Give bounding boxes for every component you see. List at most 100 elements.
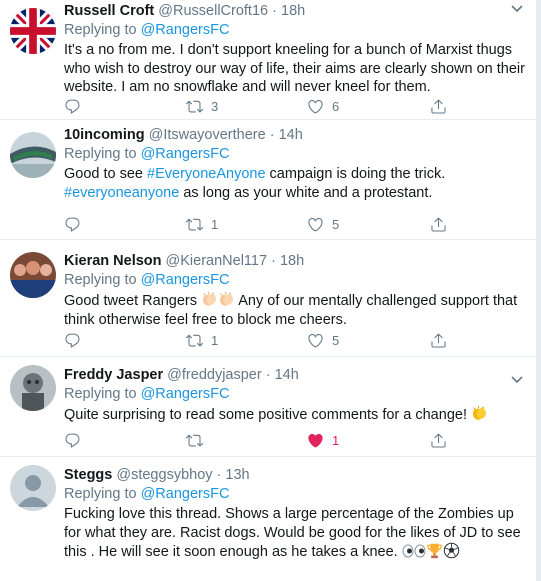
avatar[interactable] (10, 465, 56, 511)
mention-link[interactable]: @RangersFC (141, 272, 230, 288)
avatar[interactable] (10, 365, 56, 411)
text-segment: Good tweet Rangers (64, 293, 197, 309)
hashtag-link[interactable]: #EveryoneAnyone (147, 166, 266, 182)
retweet-button[interactable]: 3 (186, 96, 218, 116)
like-button[interactable]: 5 (307, 330, 339, 350)
replying-label: Replying to (64, 486, 137, 502)
share-icon (430, 216, 447, 233)
retweet-icon (186, 332, 203, 349)
stadium-photo-icon (10, 132, 56, 178)
tweet-text: Good tweet Rangers Any of our mentally c… (64, 291, 526, 329)
retweet-count: 3 (211, 98, 219, 114)
tweet-header: Kieran Nelson @KieranNel117 · 18h (64, 252, 526, 271)
action-bar: 1 5 (64, 330, 464, 350)
reply-button[interactable] (64, 214, 81, 234)
chevron-down-icon[interactable] (510, 375, 524, 385)
timestamp[interactable]: 14h (279, 127, 303, 143)
soccer-ball-icon (443, 542, 459, 559)
user-handle[interactable]: @Itswayoverthere (149, 127, 266, 143)
tweet-text: It's a no from me. I don't support kneel… (64, 42, 525, 95)
display-name[interactable]: Russell Croft (64, 3, 154, 19)
timestamp[interactable]: 14h (275, 367, 299, 383)
action-bar: 1 5 (64, 214, 464, 234)
tweet[interactable]: Russell Croft @RussellCroft16 · 18h Repl… (0, 0, 536, 120)
replying-label: Replying to (64, 386, 137, 402)
display-name[interactable]: 10incoming (64, 127, 145, 143)
heart-filled-icon (307, 432, 324, 449)
mention-link[interactable]: @RangersFC (141, 146, 230, 162)
retweet-button[interactable]: 1 (186, 214, 218, 234)
avatar[interactable] (10, 132, 56, 178)
replying-to: Replying to @RangersFC (64, 21, 526, 40)
eyes-icon (402, 544, 426, 558)
timestamp[interactable]: 18h (281, 3, 305, 19)
display-name[interactable]: Kieran Nelson (64, 253, 162, 269)
retweet-icon (186, 216, 203, 233)
replying-label: Replying to (64, 272, 137, 288)
mention-link[interactable]: @RangersFC (141, 22, 230, 38)
tweet[interactable]: 10incoming @Itswayoverthere · 14h Replyi… (0, 120, 536, 240)
heart-icon (307, 216, 324, 233)
scroll-track[interactable] (536, 0, 541, 581)
avatar[interactable] (10, 252, 56, 298)
timestamp[interactable]: 18h (280, 253, 304, 269)
replying-to: Replying to @RangersFC (64, 271, 526, 290)
timestamp[interactable]: 13h (225, 467, 249, 483)
action-bar: 1 (64, 430, 464, 450)
hashtag-link[interactable]: #everyoneanyone (64, 185, 179, 201)
retweet-icon (186, 432, 203, 449)
avatar[interactable] (10, 8, 56, 54)
tweet-header: Steggs @steggsybhoy · 13h (64, 466, 526, 485)
share-button[interactable] (430, 214, 447, 234)
tweet-header: Freddy Jasper @freddyjasper · 14h (64, 366, 526, 385)
share-icon (430, 432, 447, 449)
share-button[interactable] (430, 330, 447, 350)
like-count: 5 (332, 216, 340, 232)
retweet-count: 1 (211, 216, 219, 232)
reply-button[interactable] (64, 330, 81, 350)
tweet[interactable]: Kieran Nelson @KieranNel117 · 18h Replyi… (0, 240, 536, 357)
clapping-hands-icon (201, 291, 218, 308)
tweet[interactable]: Steggs @steggsybhoy · 13h Replying to @R… (0, 457, 536, 581)
tweet-text: Fucking love this thread. Shows a large … (64, 505, 526, 562)
display-name[interactable]: Steggs (64, 467, 112, 483)
replying-to: Replying to @RangersFC (64, 145, 526, 164)
like-button[interactable]: 5 (307, 214, 339, 234)
tweet-text: Quite surprising to read some positive c… (64, 405, 526, 425)
like-button[interactable]: 6 (307, 96, 339, 116)
text-segment: Quite surprising to read some positive c… (64, 407, 467, 423)
separator-dot: · (271, 253, 276, 269)
separator-dot: · (272, 3, 277, 19)
user-handle[interactable]: @freddyjasper (167, 367, 262, 383)
separator-dot: · (216, 467, 222, 483)
share-button[interactable] (430, 430, 447, 450)
share-button[interactable] (430, 96, 447, 116)
tweet[interactable]: Freddy Jasper @freddyjasper · 14h Replyi… (0, 357, 536, 457)
replying-to: Replying to @RangersFC (64, 485, 526, 504)
retweet-button[interactable]: 1 (186, 330, 218, 350)
action-bar: 3 6 (64, 96, 464, 116)
user-handle[interactable]: @KieranNel117 (166, 253, 268, 269)
group-photo-icon (10, 252, 56, 298)
text-segment: campaign is doing the trick. (265, 166, 446, 182)
retweet-icon (186, 98, 203, 115)
like-button[interactable]: 1 (307, 430, 339, 450)
chevron-down-icon[interactable] (510, 4, 524, 14)
mention-link[interactable]: @RangersFC (141, 486, 230, 502)
separator-dot: · (269, 127, 275, 143)
replying-to: Replying to @RangersFC (64, 385, 526, 404)
display-name[interactable]: Freddy Jasper (64, 367, 163, 383)
user-handle[interactable]: @RussellCroft16 (158, 3, 268, 19)
reply-button[interactable] (64, 430, 81, 450)
tweet-header: Russell Croft @RussellCroft16 · 18h (64, 2, 526, 21)
mention-link[interactable]: @RangersFC (141, 386, 230, 402)
retweet-button[interactable] (186, 430, 203, 450)
reply-icon (64, 216, 81, 233)
user-handle[interactable]: @steggsybhoy (116, 467, 212, 483)
clapping-hands-icon (218, 291, 235, 308)
heart-icon (307, 332, 324, 349)
union-jack-flag-icon (10, 8, 56, 54)
share-icon (430, 332, 447, 349)
reply-button[interactable] (64, 96, 81, 116)
like-count: 1 (332, 432, 340, 448)
